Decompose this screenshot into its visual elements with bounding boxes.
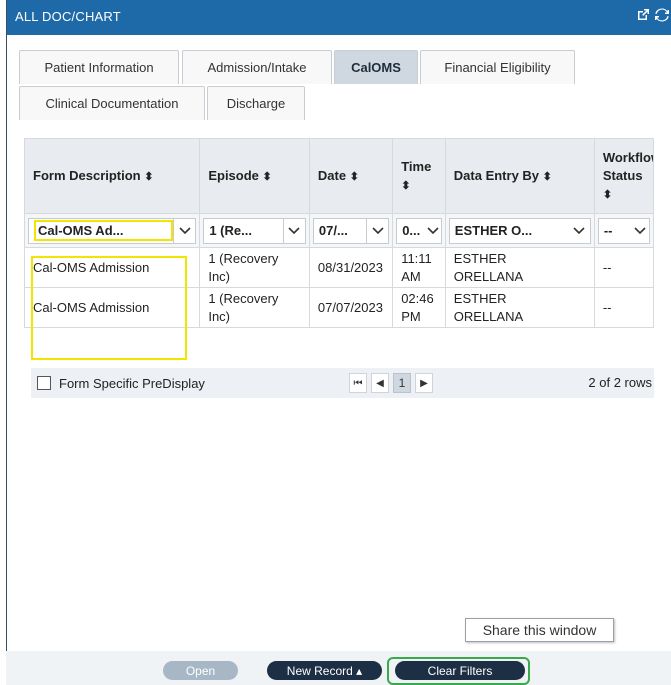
sort-icon: ⬍	[602, 188, 613, 201]
cell-date: 07/07/2023	[308, 287, 394, 328]
titlebar-icons	[635, 7, 670, 23]
filter-cell-date: 07/...	[308, 213, 394, 248]
sort-icon: ⬍	[349, 170, 359, 183]
sort-icon: ⬍	[262, 170, 272, 183]
table-pager: Form Specific PreDisplay ⏮ ◀ 1 ▶ 2 of 2 …	[31, 368, 654, 398]
tab-admission-intake[interactable]: Admission/Intake	[182, 50, 332, 84]
sort-icon: ⬍	[144, 170, 154, 183]
doc-chart-window: ALL DOC/CHART Patient Information Admiss…	[6, 0, 671, 685]
filter-episode[interactable]: 1 (Re...	[203, 217, 306, 244]
cell-workflow-status: --	[593, 247, 655, 288]
cell-episode: 1 (Recovery Inc)	[199, 247, 310, 288]
column-header-form-description[interactable]: Form Description ⬍	[23, 138, 201, 214]
filter-time[interactable]: 0...	[396, 217, 442, 244]
external-link-icon[interactable]	[635, 7, 651, 23]
row-count: 2 of 2 rows	[588, 375, 652, 390]
cell-workflow-status: --	[593, 287, 655, 328]
cell-date: 08/31/2023	[308, 247, 394, 288]
tab-label: Clinical Documentation	[45, 96, 179, 111]
chevron-down-icon	[425, 219, 441, 243]
column-header-date[interactable]: Date ⬍	[308, 138, 394, 214]
tab-label: Patient Information	[44, 60, 154, 75]
cell-episode: 1 (Recovery Inc)	[199, 287, 310, 328]
chevron-down-icon	[631, 219, 649, 243]
column-header-data-entry-by[interactable]: Data Entry By ⬍	[444, 138, 595, 214]
open-button[interactable]: Open	[163, 661, 238, 680]
column-header-time[interactable]: Time ⬍	[392, 138, 446, 214]
refresh-icon[interactable]	[654, 7, 670, 23]
cell-form-description: Cal-OMS Admission	[23, 287, 201, 328]
filter-cell-episode: 1 (Re...	[199, 213, 310, 248]
chevron-down-icon	[568, 219, 590, 243]
table-row[interactable]: Cal-OMS Admission 1 (Recovery Inc) 07/07/…	[23, 287, 655, 328]
prev-page-icon[interactable]: ◀	[371, 373, 389, 393]
window-titlebar: ALL DOC/CHART	[7, 0, 671, 35]
filter-date[interactable]: 07/...	[312, 217, 390, 244]
tab-label: Admission/Intake	[207, 60, 307, 75]
filter-cell-form-description: Cal-OMS Ad...	[23, 213, 201, 248]
next-page-icon[interactable]: ▶	[415, 373, 433, 393]
filter-cell-data-entry-by: ESTHER O...	[444, 213, 595, 248]
cell-data-entry-by: ESTHER ORELLANA	[444, 287, 595, 328]
form-specific-predisplay-checkbox[interactable]	[37, 376, 51, 390]
chevron-down-icon	[173, 218, 195, 243]
chevron-down-icon	[282, 218, 305, 243]
cell-time: 11:11 AM	[392, 247, 446, 288]
filter-data-entry-by[interactable]: ESTHER O...	[448, 217, 591, 244]
cell-form-description: Cal-OMS Admission	[23, 247, 201, 288]
tab-financial-eligibility[interactable]: Financial Eligibility	[420, 50, 575, 84]
window-title: ALL DOC/CHART	[15, 9, 121, 24]
form-specific-predisplay-label: Form Specific PreDisplay	[59, 375, 205, 391]
column-header-workflow-status[interactable]: WorkflowStatus⬍	[593, 138, 655, 214]
tab-label: Financial Eligibility	[444, 60, 551, 75]
new-record-button[interactable]: New Record ▴	[267, 661, 382, 680]
filter-form-description[interactable]: Cal-OMS Ad...	[28, 217, 197, 244]
first-page-icon[interactable]: ⏮	[349, 373, 367, 393]
cell-data-entry-by: ESTHER ORELLANA	[444, 247, 595, 288]
current-page-button[interactable]: 1	[393, 373, 411, 393]
table-row[interactable]: Cal-OMS Admission 1 (Recovery Inc) 08/31/…	[23, 247, 655, 288]
tab-label: CalOMS	[351, 60, 401, 75]
filter-cell-time: 0...	[392, 213, 446, 248]
tab-discharge[interactable]: Discharge	[207, 86, 305, 120]
column-header-episode[interactable]: Episode ⬍	[199, 138, 310, 214]
tab-label: Discharge	[226, 96, 286, 111]
chevron-down-icon	[366, 218, 388, 243]
footer-bar: Open New Record ▴ Clear Filters	[6, 651, 671, 685]
filter-cell-workflow-status: --	[593, 213, 655, 248]
share-window-tooltip: Share this window	[465, 618, 614, 642]
filter-workflow-status[interactable]: --	[597, 217, 650, 244]
cell-time: 02:46 PM	[392, 287, 446, 328]
clear-filters-button[interactable]: Clear Filters	[395, 661, 525, 680]
documents-table: Form Description ⬍ Episode ⬍ Date ⬍ Time…	[23, 138, 655, 328]
tab-caloms[interactable]: CalOMS	[334, 50, 418, 84]
tab-clinical-documentation[interactable]: Clinical Documentation	[19, 86, 205, 120]
pager-nav: ⏮ ◀ 1 ▶	[349, 373, 433, 393]
sort-icon: ⬍	[401, 179, 411, 192]
tab-patient-information[interactable]: Patient Information	[19, 50, 179, 84]
sort-icon: ⬍	[542, 170, 552, 183]
